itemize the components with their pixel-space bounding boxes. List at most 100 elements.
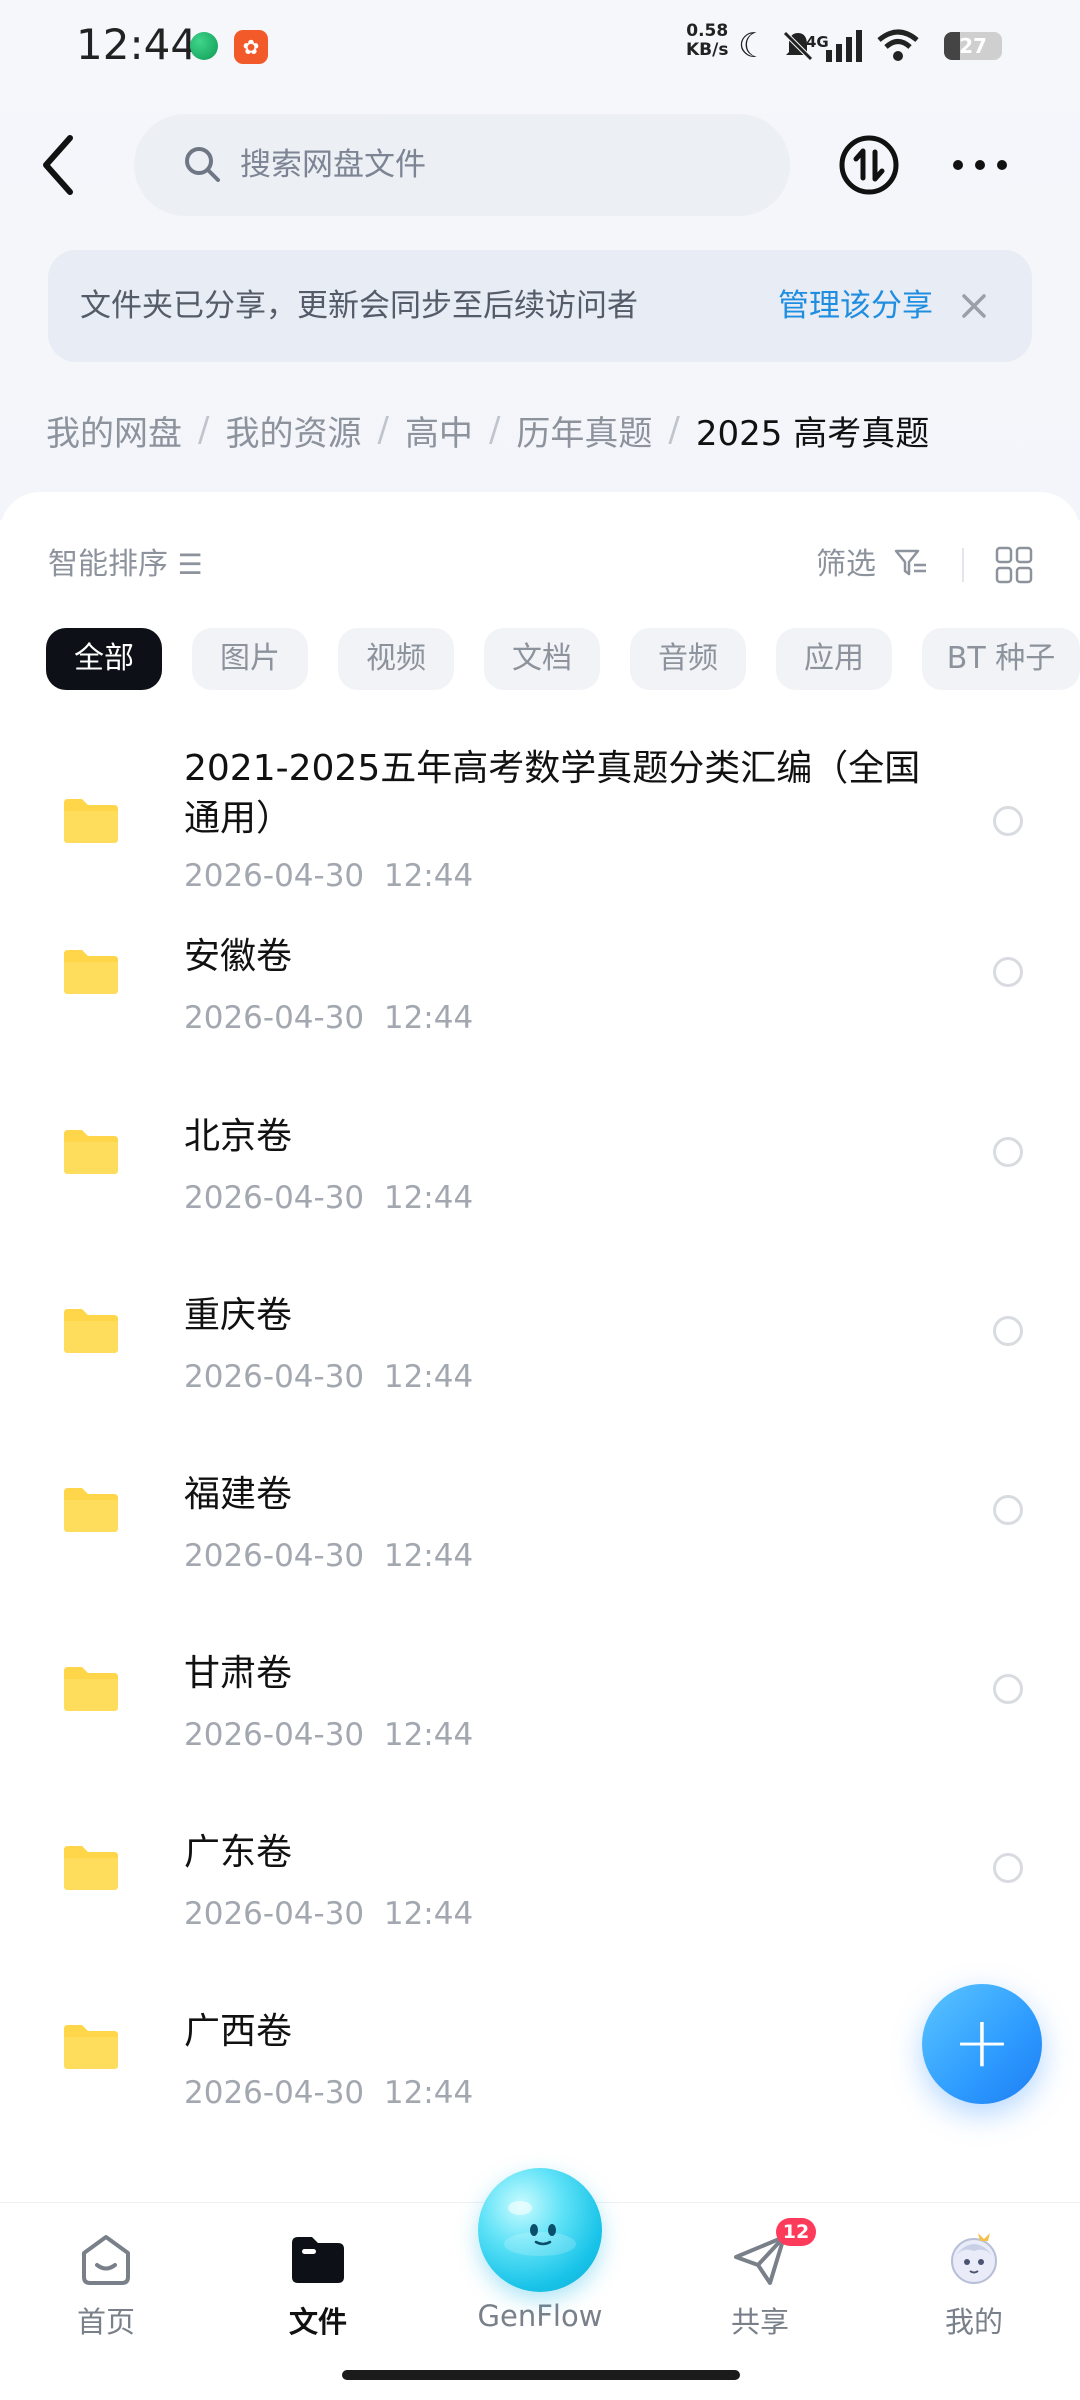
transfer-icon[interactable] [838, 134, 900, 196]
share-banner-text: 文件夹已分享，更新会同步至后续访问者 [80, 288, 638, 324]
select-checkbox[interactable] [993, 1316, 1023, 1346]
cellular-signal-icon [826, 30, 862, 62]
folder-icon [64, 1846, 118, 1890]
manage-share-link[interactable]: 管理该分享 [778, 250, 933, 362]
chip-images[interactable]: 图片 [192, 628, 308, 690]
file-name: 甘肃卷 [184, 1653, 293, 1694]
search-icon [185, 147, 220, 182]
chip-bt-seeds[interactable]: BT 种子 [922, 628, 1080, 690]
search-input[interactable]: 搜索网盘文件 [134, 114, 790, 216]
breadcrumb-item[interactable]: 高中 [405, 406, 473, 455]
nav-share-label: 共享 [730, 2305, 789, 2339]
select-checkbox[interactable] [993, 806, 1023, 836]
avatar-icon [951, 2233, 997, 2284]
toolbar-divider [962, 548, 964, 582]
notification-app-icon: ✿ [234, 30, 268, 64]
breadcrumb: 我的网盘 / 我的资源 / 高中 / 历年真题 / 2025 高考真题 [46, 400, 929, 460]
folder-icon [64, 1309, 118, 1353]
browser-app-icon [190, 32, 218, 60]
file-name: 2021-2025五年高考数学真题分类汇编（全国通用） [184, 748, 921, 839]
chip-apps[interactable]: 应用 [776, 628, 892, 690]
folder-icon [64, 2025, 118, 2069]
folder-icon [64, 950, 118, 994]
chip-all[interactable]: 全部 [46, 628, 162, 690]
genflow-face [504, 2201, 576, 2256]
file-name: 安徽卷 [184, 936, 293, 977]
file-date: 2026-04-30 12:44 [184, 1000, 474, 1036]
file-row[interactable]: 甘肃卷 2026-04-30 12:44 [0, 1617, 1080, 1797]
file-row[interactable]: 广西卷 2026-04-30 12:44 [0, 1975, 1080, 2155]
file-date: 2026-04-30 12:44 [184, 1538, 474, 1574]
file-row[interactable]: 重庆卷 2026-04-30 12:44 [0, 1259, 1080, 1439]
nav-mine[interactable]: 我的 [884, 2203, 1064, 2400]
file-row[interactable]: 安徽卷 2026-04-30 12:44 [0, 900, 1080, 1080]
sort-label: 智能排序 [48, 547, 168, 582]
select-checkbox[interactable] [993, 1853, 1023, 1883]
file-row[interactable]: 广东卷 2026-04-30 12:44 [0, 1796, 1080, 1976]
folder-icon [292, 2237, 344, 2283]
more-icon[interactable] [950, 146, 1010, 184]
close-icon[interactable] [958, 290, 990, 322]
chip-videos[interactable]: 视频 [338, 628, 454, 690]
add-button[interactable]: + [922, 1984, 1042, 2104]
grid-view-icon[interactable] [995, 546, 1033, 584]
chip-documents[interactable]: 文档 [484, 628, 600, 690]
file-row[interactable]: 2021-2025五年高考数学真题分类汇编（全国通用） 2026-04-30 12… [0, 726, 1080, 906]
file-name: 重庆卷 [184, 1295, 293, 1336]
breadcrumb-item[interactable]: 我的网盘 [46, 406, 182, 455]
net-speed-unit: KB/s [686, 40, 729, 60]
nav-files-label: 文件 [288, 2305, 347, 2339]
back-arrow-icon[interactable] [36, 130, 86, 200]
battery-level: 27 [959, 34, 987, 58]
file-name: 福建卷 [184, 1474, 293, 1515]
filter-button[interactable]: 筛选 [816, 540, 928, 590]
genflow-orb-icon[interactable] [478, 2168, 602, 2292]
nav-genflow-label: GenFlow [477, 2299, 603, 2333]
folder-icon [64, 1130, 118, 1174]
folder-icon [64, 1488, 118, 1532]
wifi-icon [877, 29, 919, 61]
status-bar: 12:44 ✿ 0.58 KB/s ☾ 4G 27 [0, 0, 1080, 95]
file-row[interactable]: 北京卷 2026-04-30 12:44 [0, 1080, 1080, 1260]
select-checkbox[interactable] [993, 1674, 1023, 1704]
share-banner: 文件夹已分享，更新会同步至后续访问者 管理该分享 [48, 250, 1032, 362]
file-date: 2026-04-30 12:44 [184, 1180, 474, 1216]
home-icon [82, 2235, 130, 2285]
filter-label: 筛选 [816, 547, 876, 582]
home-indicator[interactable] [342, 2370, 740, 2380]
nav-mine-label: 我的 [944, 2305, 1003, 2339]
file-date: 2026-04-30 12:44 [184, 1896, 474, 1932]
status-time: 12:44 [76, 20, 198, 69]
file-date: 2026-04-30 12:44 [184, 2075, 474, 2111]
filter-icon [894, 549, 926, 576]
nav-home-label: 首页 [76, 2305, 135, 2339]
search-placeholder: 搜索网盘文件 [240, 147, 426, 183]
net-speed: 0.58 KB/s [686, 22, 728, 60]
net-speed-value: 0.58 [686, 21, 729, 41]
breadcrumb-separator: / [488, 410, 501, 450]
breadcrumb-separator: / [668, 410, 680, 450]
moon-icon: ☾ [738, 26, 769, 66]
share-badge: 12 [776, 2218, 816, 2246]
file-name: 广西卷 [184, 2011, 293, 2052]
breadcrumb-separator: / [377, 410, 389, 450]
plus-icon: + [952, 2001, 1012, 2083]
battery-icon: 27 [944, 32, 1002, 60]
select-checkbox[interactable] [993, 957, 1023, 987]
file-date: 2026-04-30 12:44 [184, 1717, 474, 1753]
breadcrumb-separator: / [198, 410, 210, 450]
breadcrumb-item[interactable]: 我的资源 [225, 406, 361, 455]
file-name: 广东卷 [184, 1832, 293, 1873]
chip-audio[interactable]: 音频 [630, 628, 746, 690]
file-name: 北京卷 [184, 1116, 293, 1157]
sort-button[interactable]: 智能排序 ☰ [48, 540, 203, 590]
select-checkbox[interactable] [993, 1137, 1023, 1167]
file-row[interactable]: 福建卷 2026-04-30 12:44 [0, 1438, 1080, 1618]
file-date: 2026-04-30 12:44 [184, 858, 474, 894]
breadcrumb-current: 2025 高考真题 [695, 413, 930, 454]
nav-home[interactable]: 首页 [16, 2203, 196, 2400]
breadcrumb-item[interactable]: 历年真题 [516, 406, 652, 455]
select-checkbox[interactable] [993, 1495, 1023, 1525]
sort-icon: ☰ [177, 548, 203, 581]
file-date: 2026-04-30 12:44 [184, 1359, 474, 1395]
